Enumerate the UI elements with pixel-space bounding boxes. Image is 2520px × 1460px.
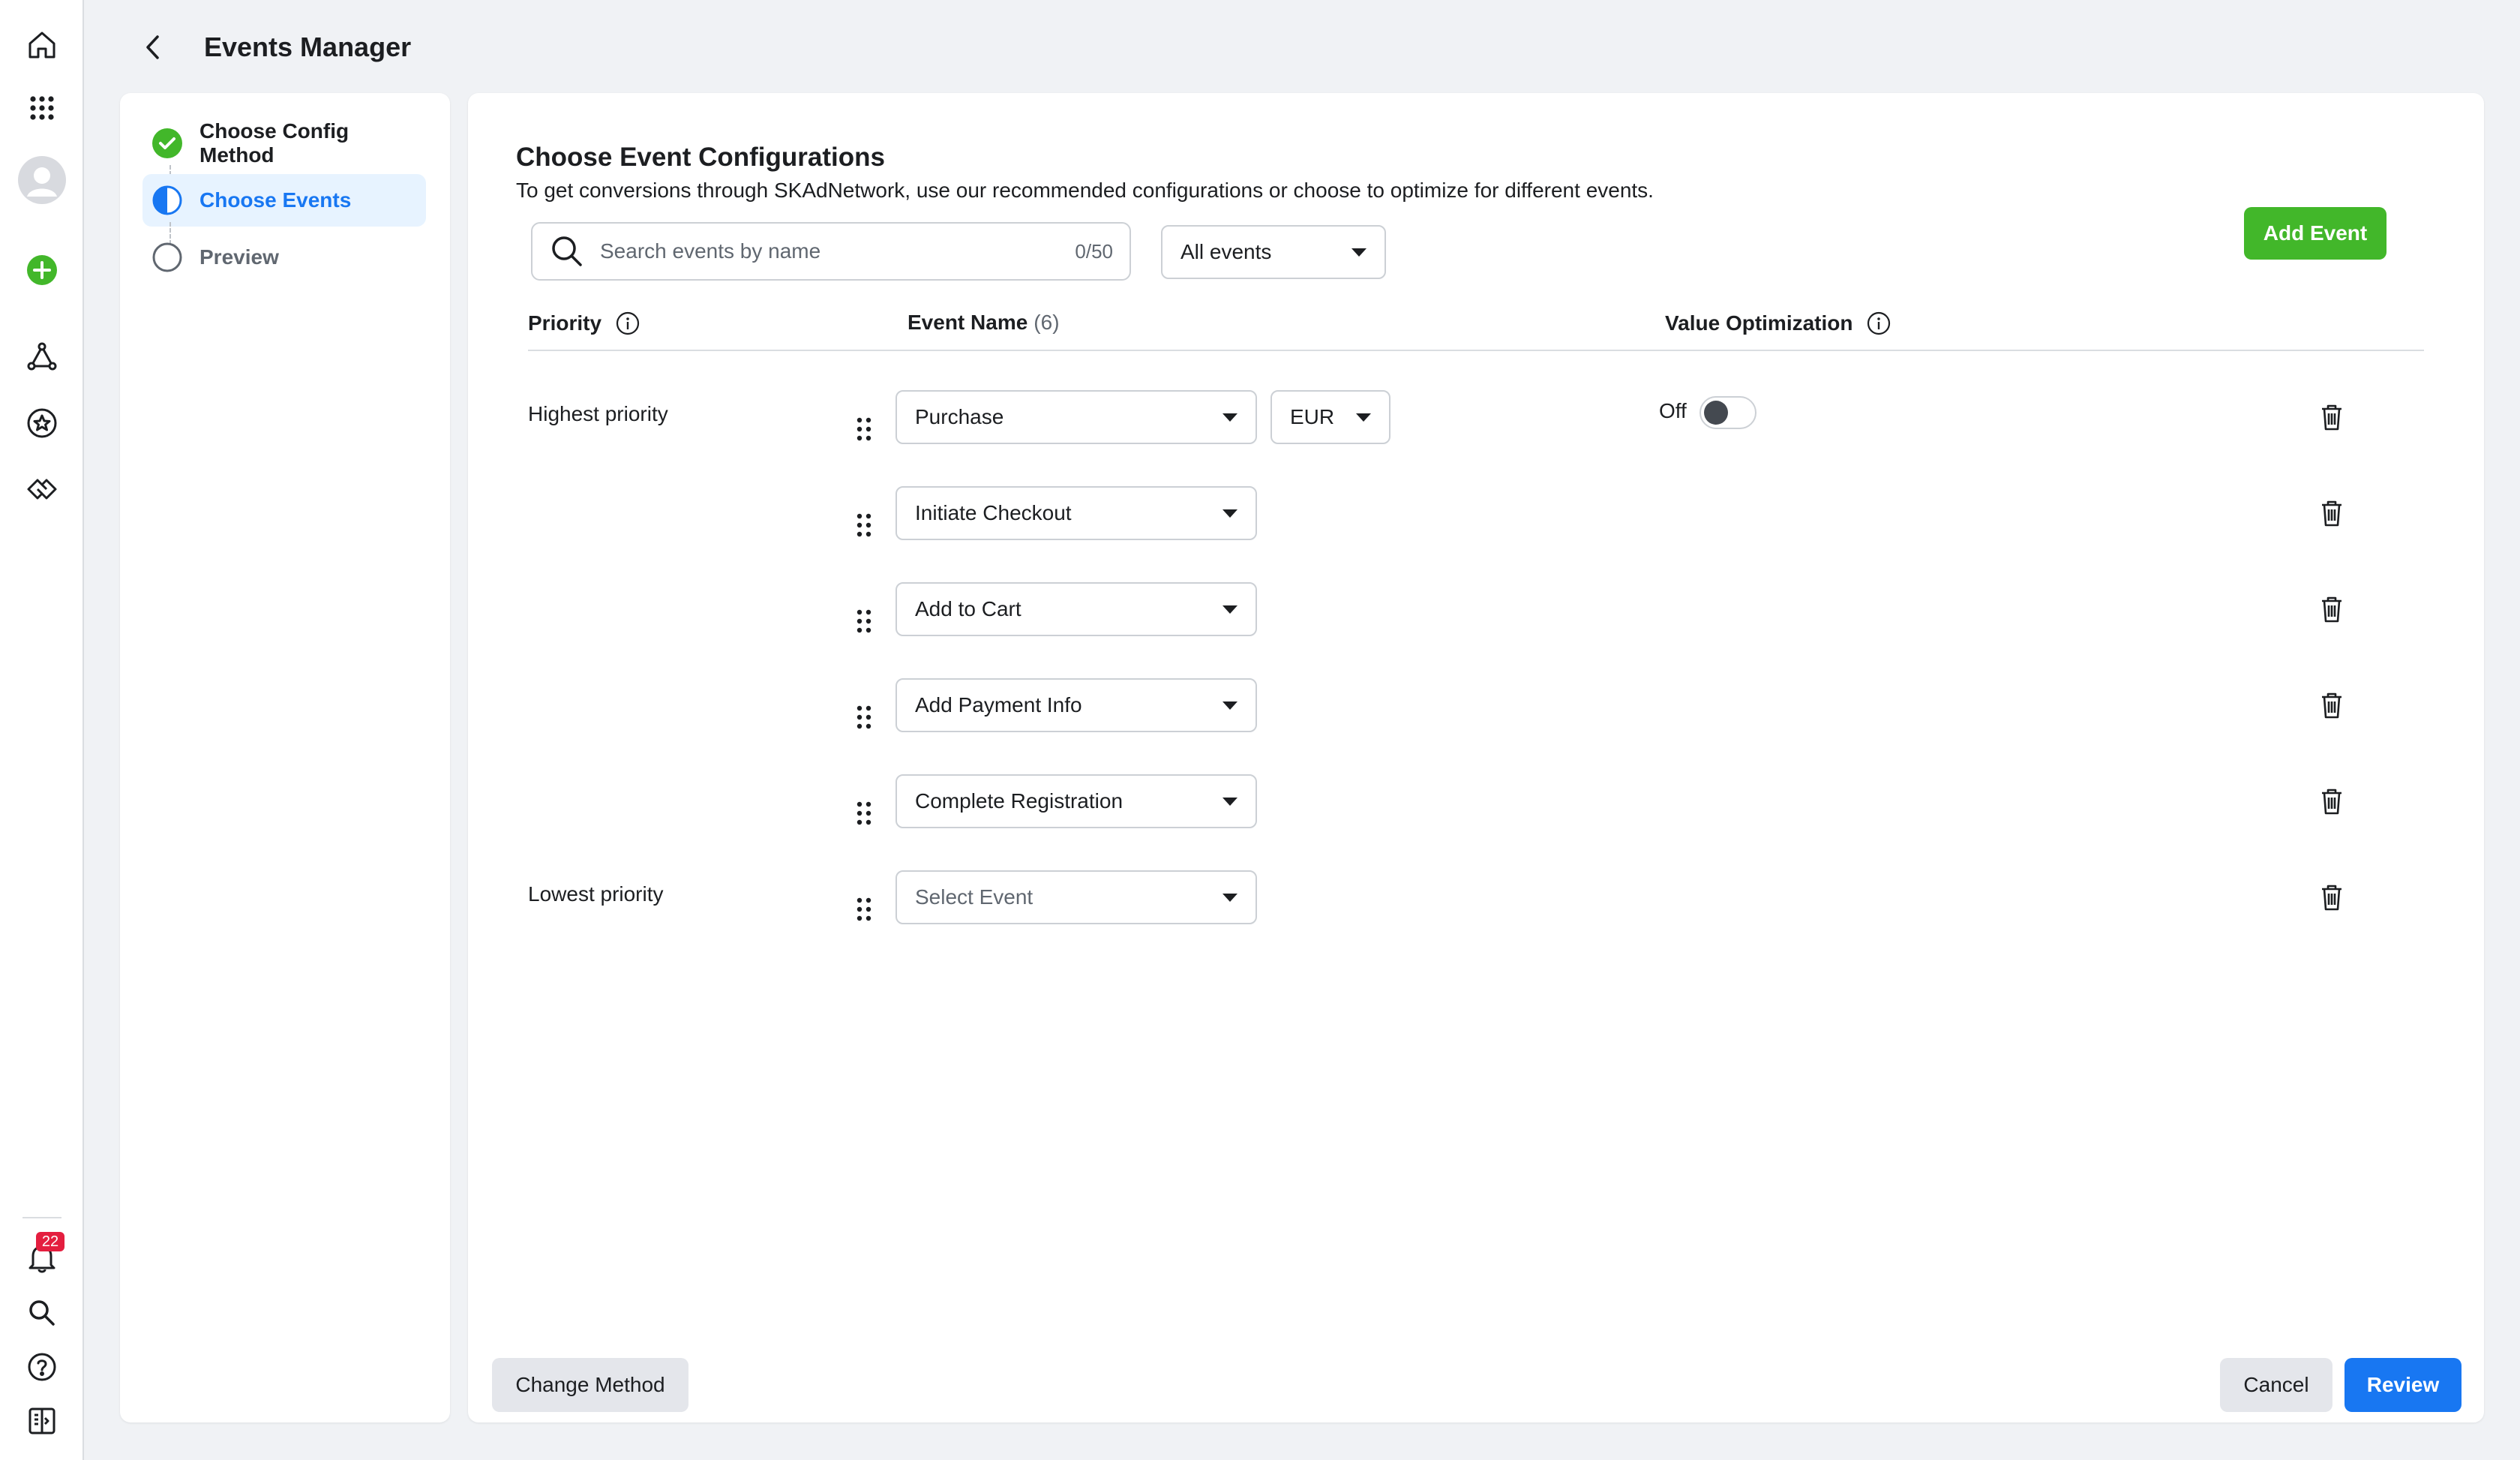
step-choose-config-method[interactable]: Choose Config Method xyxy=(142,117,426,170)
event-select-dropdown[interactable]: Purchase xyxy=(896,390,1257,444)
info-icon[interactable] xyxy=(1866,311,1892,336)
search-icon xyxy=(552,236,582,266)
event-select-dropdown[interactable]: Select Event xyxy=(896,870,1257,924)
back-button[interactable] xyxy=(134,27,174,68)
search-events-field[interactable]: 0/50 xyxy=(531,222,1131,281)
event-select-dropdown[interactable]: Initiate Checkout xyxy=(896,486,1257,540)
card-description: To get conversions through SKAdNetwork, … xyxy=(516,179,1654,202)
partner-handshake-icon[interactable] xyxy=(16,464,68,515)
value-optimization-column-header: Value Optimization xyxy=(1665,311,1892,336)
step-label: Choose Events xyxy=(200,188,352,212)
create-plus-icon[interactable] xyxy=(16,245,68,296)
caret-down-icon xyxy=(1222,797,1238,806)
cancel-button[interactable]: Cancel xyxy=(2220,1358,2332,1412)
trash-icon[interactable] xyxy=(2318,594,2346,624)
data-sources-icon[interactable] xyxy=(16,332,68,383)
priority-column-header: Priority xyxy=(528,311,640,336)
home-icon[interactable] xyxy=(16,20,68,71)
value-optimization-state-label: Off xyxy=(1659,399,1687,422)
step-label: Preview xyxy=(200,245,279,269)
check-circle-icon xyxy=(152,128,182,158)
event-select-value: Add to Cart xyxy=(915,597,1022,620)
highest-priority-label: Highest priority xyxy=(528,402,668,425)
trash-icon[interactable] xyxy=(2318,786,2346,816)
event-name-column-header: Event Name (6) xyxy=(908,311,1060,335)
event-select-value: Initiate Checkout xyxy=(915,501,1072,524)
step-choose-events[interactable]: Choose Events xyxy=(142,174,426,227)
drag-handle-icon[interactable] xyxy=(855,606,873,636)
drag-handle-icon[interactable] xyxy=(855,894,873,924)
caret-down-icon xyxy=(1222,413,1238,422)
chevron-left-icon xyxy=(146,35,159,59)
toggle-sidebar-icon[interactable] xyxy=(16,1395,68,1446)
event-select-placeholder: Select Event xyxy=(915,885,1034,909)
caret-down-icon xyxy=(1222,605,1238,614)
table-header-divider xyxy=(528,350,2424,351)
caret-down-icon xyxy=(1352,248,1366,257)
event-filter-dropdown[interactable]: All events xyxy=(1161,225,1386,279)
caret-down-icon xyxy=(1356,413,1371,422)
info-icon[interactable] xyxy=(615,311,640,336)
trash-icon[interactable] xyxy=(2318,402,2346,432)
event-name-header-label: Event Name xyxy=(908,311,1028,334)
drag-handle-icon[interactable] xyxy=(855,510,873,540)
notification-count-badge: 22 xyxy=(36,1232,64,1251)
priority-header-label: Priority xyxy=(528,311,602,335)
event-select-value: Complete Registration xyxy=(915,789,1124,813)
change-method-button[interactable]: Change Method xyxy=(492,1358,688,1412)
add-event-button[interactable]: Add Event xyxy=(2244,207,2386,260)
drag-handle-icon[interactable] xyxy=(855,414,873,444)
star-badge-icon[interactable] xyxy=(16,398,68,449)
event-select-dropdown[interactable]: Add Payment Info xyxy=(896,678,1257,732)
empty-circle-icon xyxy=(152,242,182,272)
event-select-dropdown[interactable]: Add to Cart xyxy=(896,582,1257,636)
event-configuration-card: Choose Event Configurations To get conve… xyxy=(468,93,2484,1422)
trash-icon[interactable] xyxy=(2318,690,2346,720)
event-select-value: Add Payment Info xyxy=(915,693,1082,716)
drag-handle-icon[interactable] xyxy=(855,798,873,828)
filter-value: All events xyxy=(1180,240,1272,263)
search-icon[interactable] xyxy=(16,1287,68,1338)
setup-steps-panel: Choose Config Method Choose Events Previ… xyxy=(120,93,450,1422)
help-icon[interactable] xyxy=(16,1341,68,1392)
trash-icon[interactable] xyxy=(2318,882,2346,912)
rail-divider xyxy=(22,1217,62,1218)
apps-grid-icon[interactable] xyxy=(16,83,68,134)
drag-handle-icon[interactable] xyxy=(855,702,873,732)
currency-value: EUR xyxy=(1290,405,1335,428)
avatar[interactable] xyxy=(16,155,68,206)
card-title: Choose Event Configurations xyxy=(516,143,885,172)
caret-down-icon xyxy=(1222,701,1238,710)
toggle-knob xyxy=(1704,401,1728,425)
caret-down-icon xyxy=(1222,893,1238,902)
trash-icon[interactable] xyxy=(2318,498,2346,528)
notifications-bell-icon[interactable]: 22 xyxy=(16,1232,68,1283)
half-circle-progress-icon xyxy=(152,185,182,215)
event-select-value: Purchase xyxy=(915,405,1004,428)
left-nav-rail: 22 xyxy=(0,0,84,1460)
step-label: Choose Config Method xyxy=(200,119,350,167)
step-preview[interactable]: Preview xyxy=(142,231,426,284)
currency-select-dropdown[interactable]: EUR xyxy=(1270,390,1390,444)
review-button[interactable]: Review xyxy=(2344,1358,2462,1412)
page-title: Events Manager xyxy=(204,32,412,62)
search-input[interactable] xyxy=(598,239,1076,264)
value-optimization-header-label: Value Optimization xyxy=(1665,311,1853,335)
value-optimization-toggle[interactable] xyxy=(1700,396,1756,429)
event-count: (6) xyxy=(1034,311,1060,334)
event-select-dropdown[interactable]: Complete Registration xyxy=(896,774,1257,828)
caret-down-icon xyxy=(1222,509,1238,518)
lowest-priority-label: Lowest priority xyxy=(528,882,664,906)
search-character-count: 0/50 xyxy=(1075,239,1113,263)
